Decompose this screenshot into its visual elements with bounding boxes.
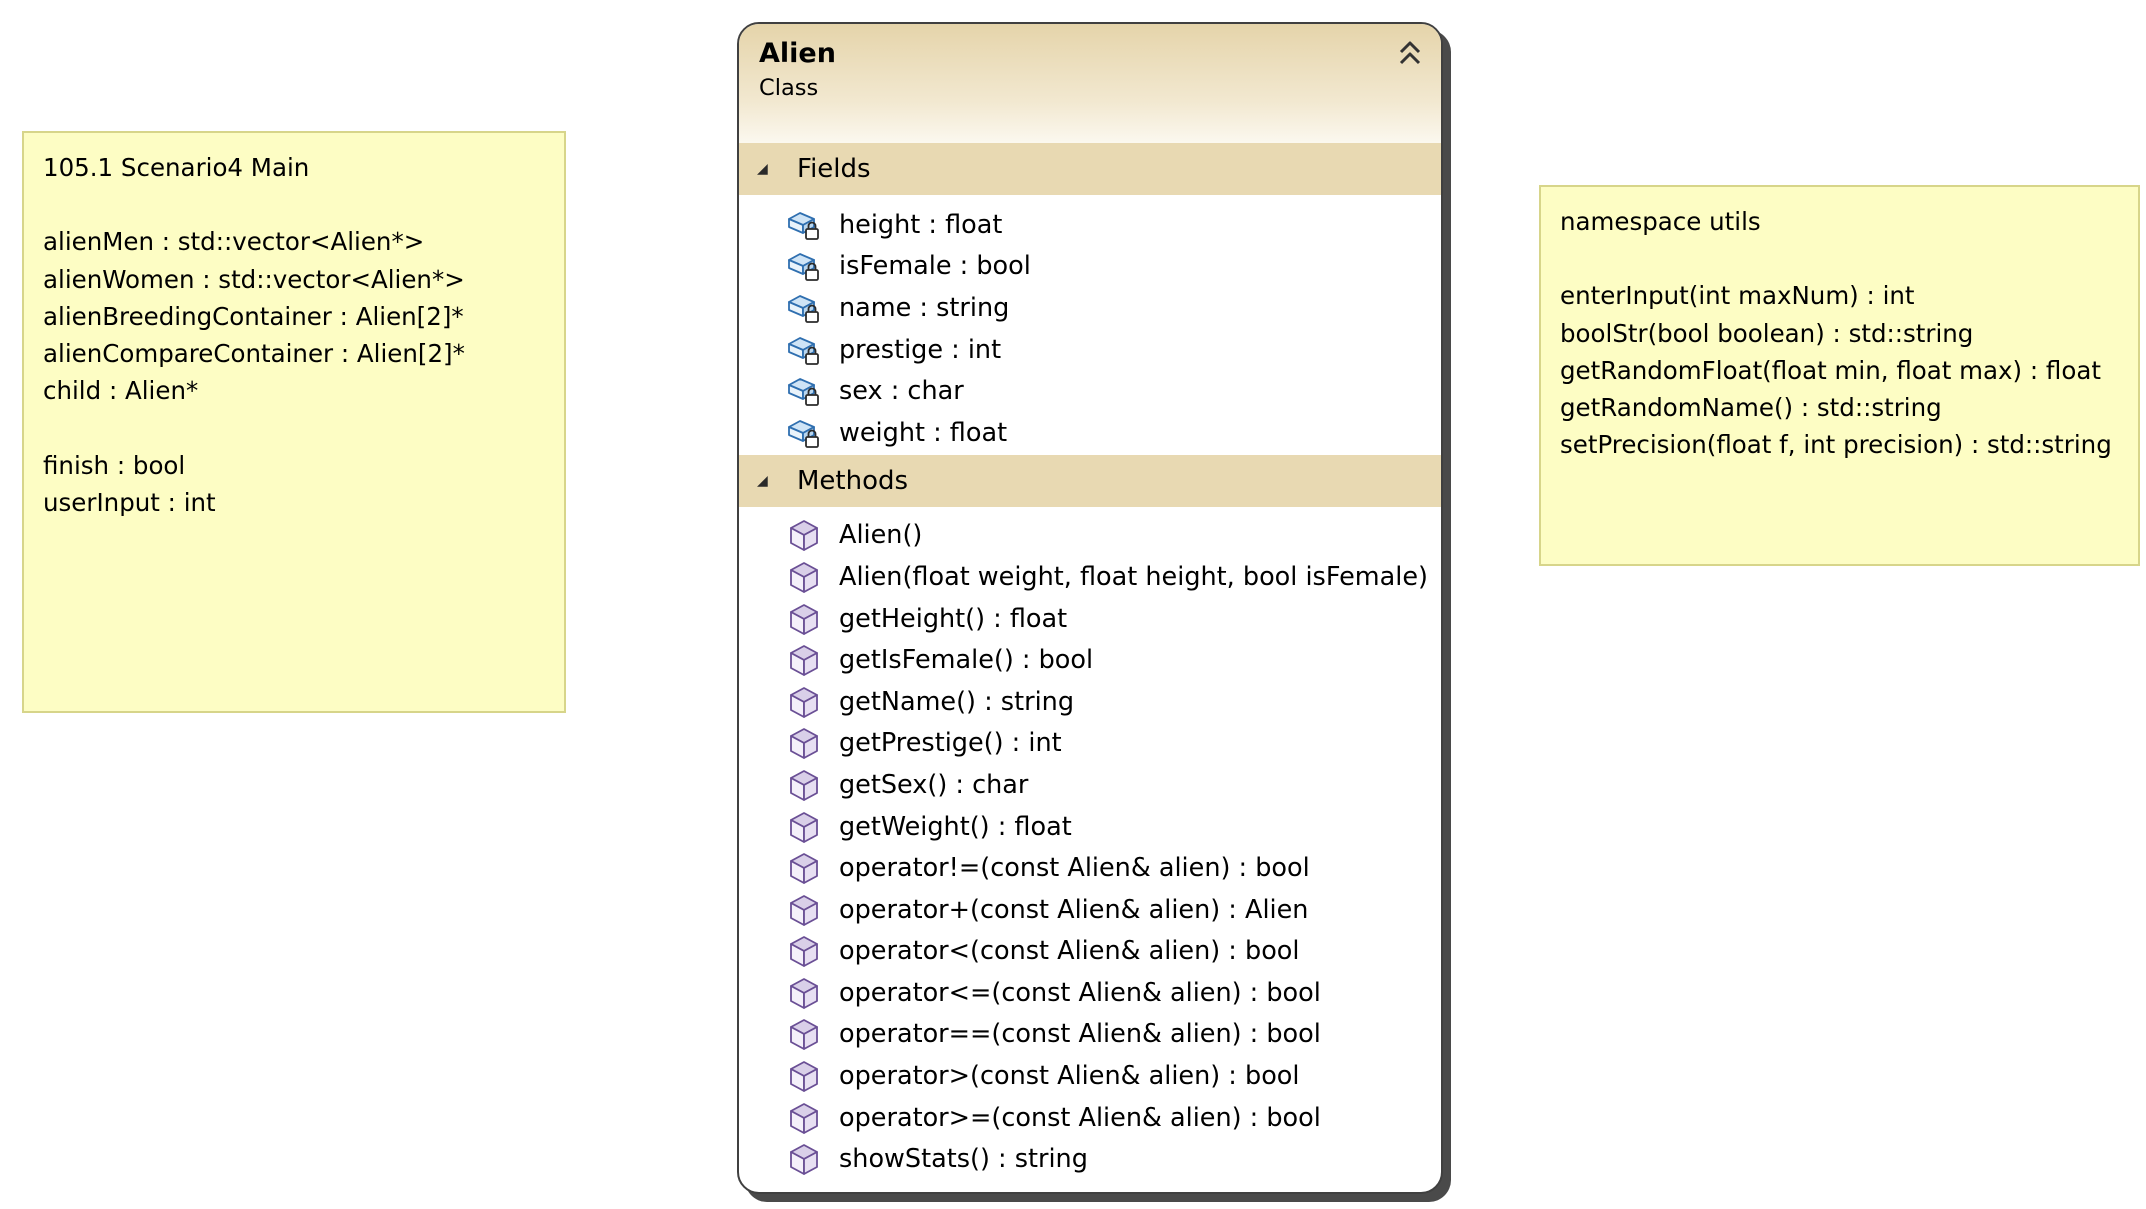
note-line: alienBreedingContainer : Alien[2]* <box>43 301 464 331</box>
method-cube-icon <box>790 811 818 843</box>
class-box-alien[interactable]: Alien Class ◢ Fields height : float isFe… <box>737 22 1443 1194</box>
fields-section-header[interactable]: ◢ Fields <box>739 143 1441 195</box>
field-text: prestige : int <box>839 334 1002 365</box>
note-line: alienWomen : std::vector<Alien*> <box>43 264 465 294</box>
fields-label: Fields <box>797 154 871 184</box>
method-row[interactable]: getSex() : char <box>739 764 1441 806</box>
method-cube-icon <box>790 1144 818 1176</box>
note-line <box>43 409 545 446</box>
method-text: operator+(const Alien& alien) : Alien <box>839 894 1309 925</box>
note-line: alienCompareContainer : Alien[2]* <box>43 339 465 368</box>
comment-note-utils[interactable]: namespace utils enterInput(int maxNum) :… <box>1539 185 2140 566</box>
note-line: alienMen : std::vector<Alien*> <box>43 227 425 257</box>
method-row[interactable]: operator>=(const Alien& alien) : bool <box>739 1097 1441 1139</box>
note-line: namespace utils <box>1560 207 1761 236</box>
method-row[interactable]: operator!=(const Alien& alien) : bool <box>739 847 1441 889</box>
method-text: Alien() <box>839 520 923 551</box>
method-cube-icon <box>790 686 818 718</box>
note-line: userInput : int <box>43 487 216 517</box>
method-row[interactable]: Alien() <box>739 515 1441 557</box>
field-text: isFemale : bool <box>839 251 1031 282</box>
methods-label: Methods <box>797 465 909 496</box>
private-field-icon <box>788 419 819 448</box>
method-row[interactable]: Alien(float weight, float height, bool i… <box>739 556 1441 598</box>
method-cube-icon <box>790 936 818 968</box>
method-cube-icon <box>790 1102 818 1134</box>
method-cube-icon <box>790 645 818 677</box>
methods-section-header[interactable]: ◢ Methods <box>739 454 1441 507</box>
method-text: operator>=(const Alien& alien) : bool <box>839 1102 1321 1133</box>
method-text: getHeight() : float <box>839 603 1068 634</box>
double-chevron-up-icon[interactable] <box>1397 38 1423 68</box>
method-row[interactable]: getPrestige() : int <box>739 723 1441 765</box>
method-text: operator>(const Alien& alien) : bool <box>839 1061 1300 1092</box>
note-line: getRandomName() : std::string <box>1560 393 1942 422</box>
method-cube-icon <box>790 894 818 926</box>
class-kind: Class <box>759 75 819 101</box>
method-row[interactable]: operator==(const Alien& alien) : bool <box>739 1014 1441 1056</box>
field-row[interactable]: prestige : int <box>739 329 1441 371</box>
method-cube-icon <box>790 770 818 801</box>
method-text: getSex() : char <box>839 769 1029 800</box>
method-cube-icon <box>790 853 818 885</box>
method-text: showStats() : string <box>839 1144 1088 1175</box>
method-row[interactable]: operator>(const Alien& alien) : bool <box>739 1055 1441 1097</box>
field-row[interactable]: weight : float <box>739 412 1441 454</box>
method-text: getIsFemale() : bool <box>839 645 1094 676</box>
method-text: operator!=(const Alien& alien) : bool <box>839 853 1310 884</box>
field-text: name : string <box>839 292 1010 323</box>
field-row[interactable]: height : float <box>739 204 1441 246</box>
method-row[interactable]: getWeight() : float <box>739 806 1441 848</box>
private-field-icon <box>788 253 819 282</box>
method-cube-icon <box>790 603 818 635</box>
fields-list: height : float isFemale : bool name : st… <box>739 195 1441 455</box>
method-text: getName() : string <box>839 686 1075 717</box>
private-field-icon <box>788 336 819 365</box>
note-line: 105.1 Scenario4 Main <box>43 153 310 182</box>
methods-list: Alien() Alien(float weight, float height… <box>739 507 1441 1181</box>
private-field-icon <box>788 378 819 407</box>
field-row[interactable]: isFemale : bool <box>739 246 1441 288</box>
method-row[interactable]: operator<(const Alien& alien) : bool <box>739 931 1441 973</box>
field-row[interactable]: sex : char <box>739 370 1441 412</box>
note-line: finish : bool <box>43 450 186 480</box>
class-name: Alien <box>759 38 836 69</box>
method-row[interactable]: operator<=(const Alien& alien) : bool <box>739 972 1441 1014</box>
method-text: Alien(float weight, float height, bool i… <box>839 561 1428 592</box>
method-cube-icon <box>790 1019 818 1051</box>
method-row[interactable]: getName() : string <box>739 681 1441 723</box>
private-field-icon <box>788 211 819 240</box>
field-text: weight : float <box>839 417 1008 448</box>
collapse-triangle-icon[interactable]: ◢ <box>739 161 797 177</box>
method-text: operator<(const Alien& alien) : bool <box>839 936 1300 967</box>
note-line <box>43 186 545 223</box>
field-text: height : float <box>839 209 1003 240</box>
field-text: sex : char <box>839 376 964 407</box>
note-line: setPrecision(float f, int precision) : s… <box>1560 430 2112 460</box>
method-cube-icon <box>790 562 818 593</box>
method-cube-icon <box>790 977 818 1009</box>
method-text: getPrestige() : int <box>839 728 1062 759</box>
note-line <box>1560 240 2119 277</box>
method-cube-icon <box>790 1061 818 1092</box>
method-row[interactable]: getIsFemale() : bool <box>739 639 1441 681</box>
field-row[interactable]: name : string <box>739 287 1441 329</box>
method-row[interactable]: operator+(const Alien& alien) : Alien <box>739 889 1441 931</box>
note-line: child : Alien* <box>43 376 199 406</box>
note-line: getRandomFloat(float min, float max) : f… <box>1560 355 2101 385</box>
collapse-triangle-icon[interactable]: ◢ <box>739 473 797 489</box>
method-text: operator==(const Alien& alien) : bool <box>839 1019 1321 1050</box>
class-header[interactable]: Alien Class <box>739 24 1441 143</box>
note-line: boolStr(bool boolean) : std::string <box>1560 318 1974 348</box>
private-field-icon <box>788 295 819 323</box>
method-cube-icon <box>790 520 818 552</box>
method-cube-icon <box>790 728 818 760</box>
method-row[interactable]: showStats() : string <box>739 1138 1441 1180</box>
method-text: getWeight() : float <box>839 811 1072 842</box>
comment-note-main[interactable]: 105.1 Scenario4 Main alienMen : std::vec… <box>22 131 566 713</box>
note-line: enterInput(int maxNum) : int <box>1560 281 1915 311</box>
method-text: operator<=(const Alien& alien) : bool <box>839 977 1321 1008</box>
method-row[interactable]: getHeight() : float <box>739 598 1441 640</box>
